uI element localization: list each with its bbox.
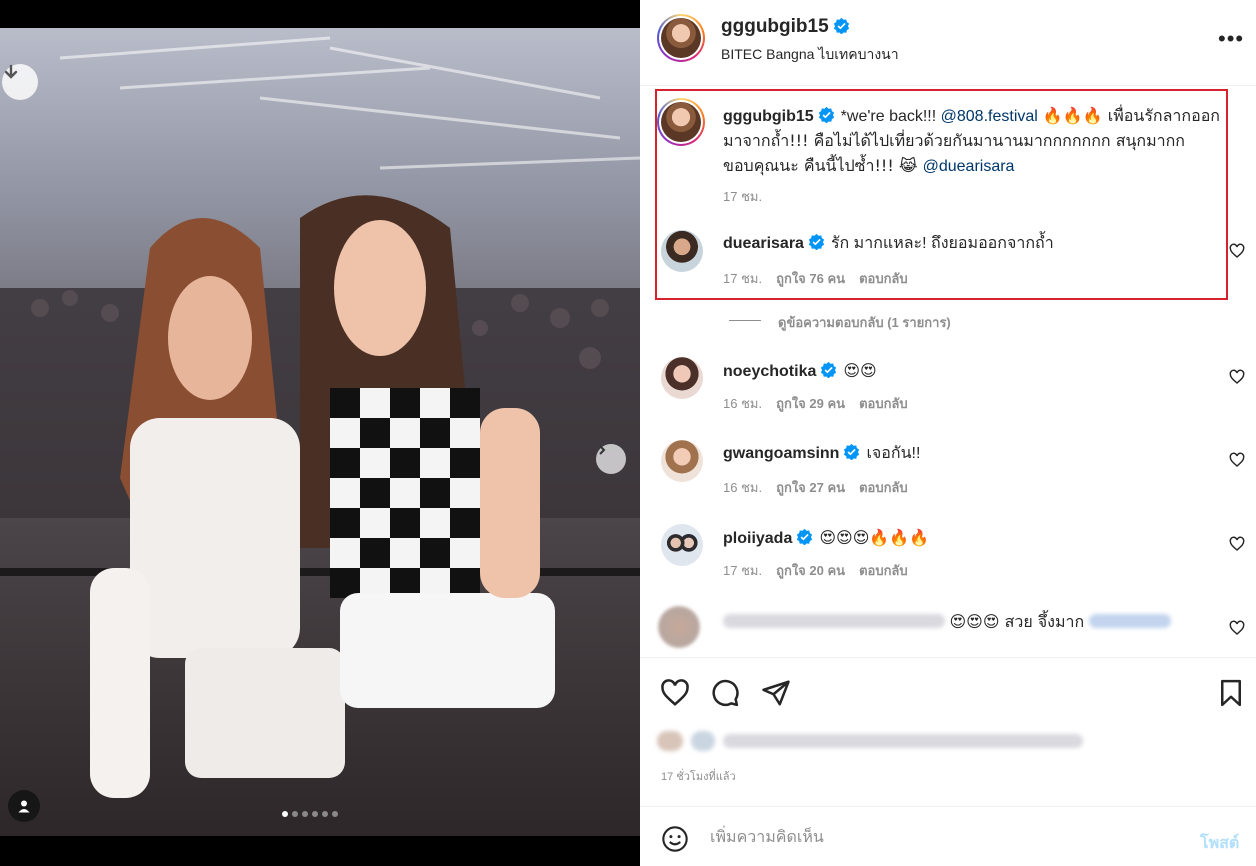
view-replies-button[interactable]: ดูข้อความตอบกลับ (1 รายการ) (778, 312, 951, 333)
heart-icon[interactable] (1229, 369, 1245, 385)
comment-body: 😍😍😍🔥🔥🔥 (819, 528, 930, 547)
commenter-username-text[interactable]: ploiiyada (723, 530, 792, 547)
highlight-annotation-box (655, 89, 1228, 300)
comment-body: 😍😍😍 สวย จึ้งมาก (949, 612, 1085, 631)
commenter-username[interactable]: gwangoamsinn (723, 443, 860, 462)
commenter-username[interactable]: ploiiyada (723, 528, 813, 547)
comment-meta: 16 ชม. ถูกใจ 27 คน ตอบกลับ (723, 477, 908, 498)
carousel-dot (322, 811, 328, 817)
comment-likes-count[interactable]: ถูกใจ 20 คน (776, 560, 845, 581)
post-media (0, 0, 640, 866)
comment-bubble-icon[interactable] (710, 678, 740, 708)
comment-body: เจอกัน!! (866, 445, 921, 462)
liked-by-text-blurred (723, 734, 1083, 748)
commenter-avatar[interactable] (661, 440, 703, 482)
carousel-dot (282, 811, 288, 817)
commenter-avatar[interactable] (661, 357, 703, 399)
verified-badge-icon (844, 443, 860, 460)
replies-divider (729, 320, 761, 321)
next-image-button[interactable] (596, 444, 626, 474)
liker-avatar-blurred (691, 731, 715, 751)
carousel-dots (282, 811, 338, 817)
comment-time[interactable]: 16 ชม. (723, 393, 762, 414)
comment-text: 😍😍😍 สวย จึ้งมาก (723, 610, 1243, 635)
commenter-username[interactable]: noeychotika (723, 361, 837, 380)
post-photo[interactable] (0, 28, 640, 836)
author-username[interactable]: gggubgib15 (721, 16, 850, 38)
comment-likes-count[interactable]: ถูกใจ 27 คน (776, 477, 845, 498)
carousel-dot (302, 811, 308, 817)
reply-button[interactable]: ตอบกลับ (859, 393, 908, 414)
comment-input[interactable] (710, 823, 1180, 853)
heart-icon[interactable] (1229, 243, 1245, 259)
author-username-text[interactable]: gggubgib15 (721, 16, 829, 37)
heart-icon[interactable] (1229, 452, 1245, 468)
carousel-dot (292, 811, 298, 817)
comment-text: noeychotika 😍😍 (723, 359, 1223, 384)
reply-button[interactable]: ตอบกลับ (859, 560, 908, 581)
comment-meta: 16 ชม. ถูกใจ 29 คน ตอบกลับ (723, 393, 908, 414)
heart-icon[interactable] (660, 678, 690, 708)
commenter-username-text[interactable]: noeychotika (723, 363, 816, 380)
reply-button[interactable]: ตอบกลับ (859, 477, 908, 498)
post-header: gggubgib15 BITEC Bangna ไบเทคบางนา ••• (640, 0, 1256, 86)
comment-likes-count[interactable]: ถูกใจ 29 คน (776, 393, 845, 414)
commenter-avatar[interactable] (658, 606, 700, 648)
verified-badge-icon (797, 528, 813, 545)
posted-time-ago[interactable]: 17 ชั่วโมงที่แล้ว (661, 767, 736, 785)
post-location[interactable]: BITEC Bangna ไบเทคบางนา (721, 44, 899, 66)
heart-icon[interactable] (1229, 620, 1245, 636)
concert-photo-illustration (0, 36, 640, 798)
comment-text: gwangoamsinn เจอกัน!! (723, 442, 1223, 466)
more-options-button[interactable]: ••• (1218, 28, 1244, 50)
arrow-down-icon (4, 64, 18, 79)
heart-icon[interactable] (1229, 536, 1245, 552)
comment-time[interactable]: 16 ชม. (723, 477, 762, 498)
bookmark-icon[interactable] (1216, 678, 1246, 708)
comment-text: ploiiyada 😍😍😍🔥🔥🔥 (723, 526, 1223, 551)
person-icon (18, 800, 30, 813)
chevron-right-icon (599, 445, 606, 455)
carousel-dot (332, 811, 338, 817)
commenter-username-text[interactable]: gwangoamsinn (723, 445, 839, 462)
blurred-mention[interactable] (1088, 614, 1171, 628)
blurred-username[interactable] (723, 614, 945, 628)
verified-badge-icon (833, 17, 849, 34)
commenter-avatar[interactable] (661, 524, 703, 566)
tagged-users-button[interactable] (8, 790, 40, 822)
post-comment-button[interactable]: โพสต์ (1200, 831, 1239, 856)
post-actions-bar (640, 657, 1256, 727)
paper-plane-icon[interactable] (761, 678, 791, 708)
comment-body: 😍😍 (843, 361, 877, 380)
carousel-dot (312, 811, 318, 817)
liker-avatar-blurred (657, 731, 683, 751)
smiley-icon[interactable] (661, 825, 689, 853)
add-comment-bar: โพสต์ (640, 806, 1256, 866)
liked-by-row[interactable] (657, 728, 1083, 754)
download-button[interactable] (2, 64, 38, 100)
verified-badge-icon (821, 361, 837, 378)
comment-meta: 17 ชม. ถูกใจ 20 คน ตอบกลับ (723, 560, 908, 581)
comment-time[interactable]: 17 ชม. (723, 560, 762, 581)
author-avatar[interactable] (657, 14, 705, 62)
